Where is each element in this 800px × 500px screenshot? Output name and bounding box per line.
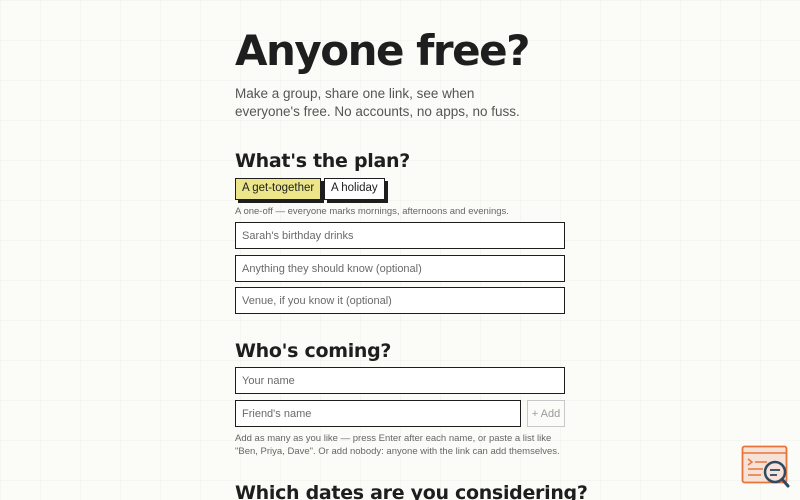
- event-name-input[interactable]: [235, 222, 565, 249]
- page-title: Anyone free?: [235, 26, 530, 75]
- feedback-widget[interactable]: [741, 445, 791, 490]
- friend-name-input[interactable]: [235, 400, 521, 427]
- plan-heading: What's the plan?: [235, 150, 410, 172]
- plan-hint: A one-off — everyone marks mornings, aft…: [235, 206, 509, 217]
- event-notes-input[interactable]: [235, 255, 565, 282]
- coming-heading: Who's coming?: [235, 340, 392, 362]
- your-name-input[interactable]: [235, 367, 565, 394]
- coming-hint: Add as many as you like — press Enter af…: [235, 433, 560, 457]
- event-venue-input[interactable]: [235, 287, 565, 314]
- page-subtitle: Make a group, share one link, see when e…: [235, 86, 520, 119]
- dates-heading: Which dates are you considering?: [235, 482, 588, 500]
- option-get-together[interactable]: A get-together: [235, 178, 322, 200]
- feedback-search-icon: [741, 445, 790, 488]
- option-holiday[interactable]: A holiday: [324, 178, 385, 200]
- add-friend-button[interactable]: + Add: [527, 400, 565, 427]
